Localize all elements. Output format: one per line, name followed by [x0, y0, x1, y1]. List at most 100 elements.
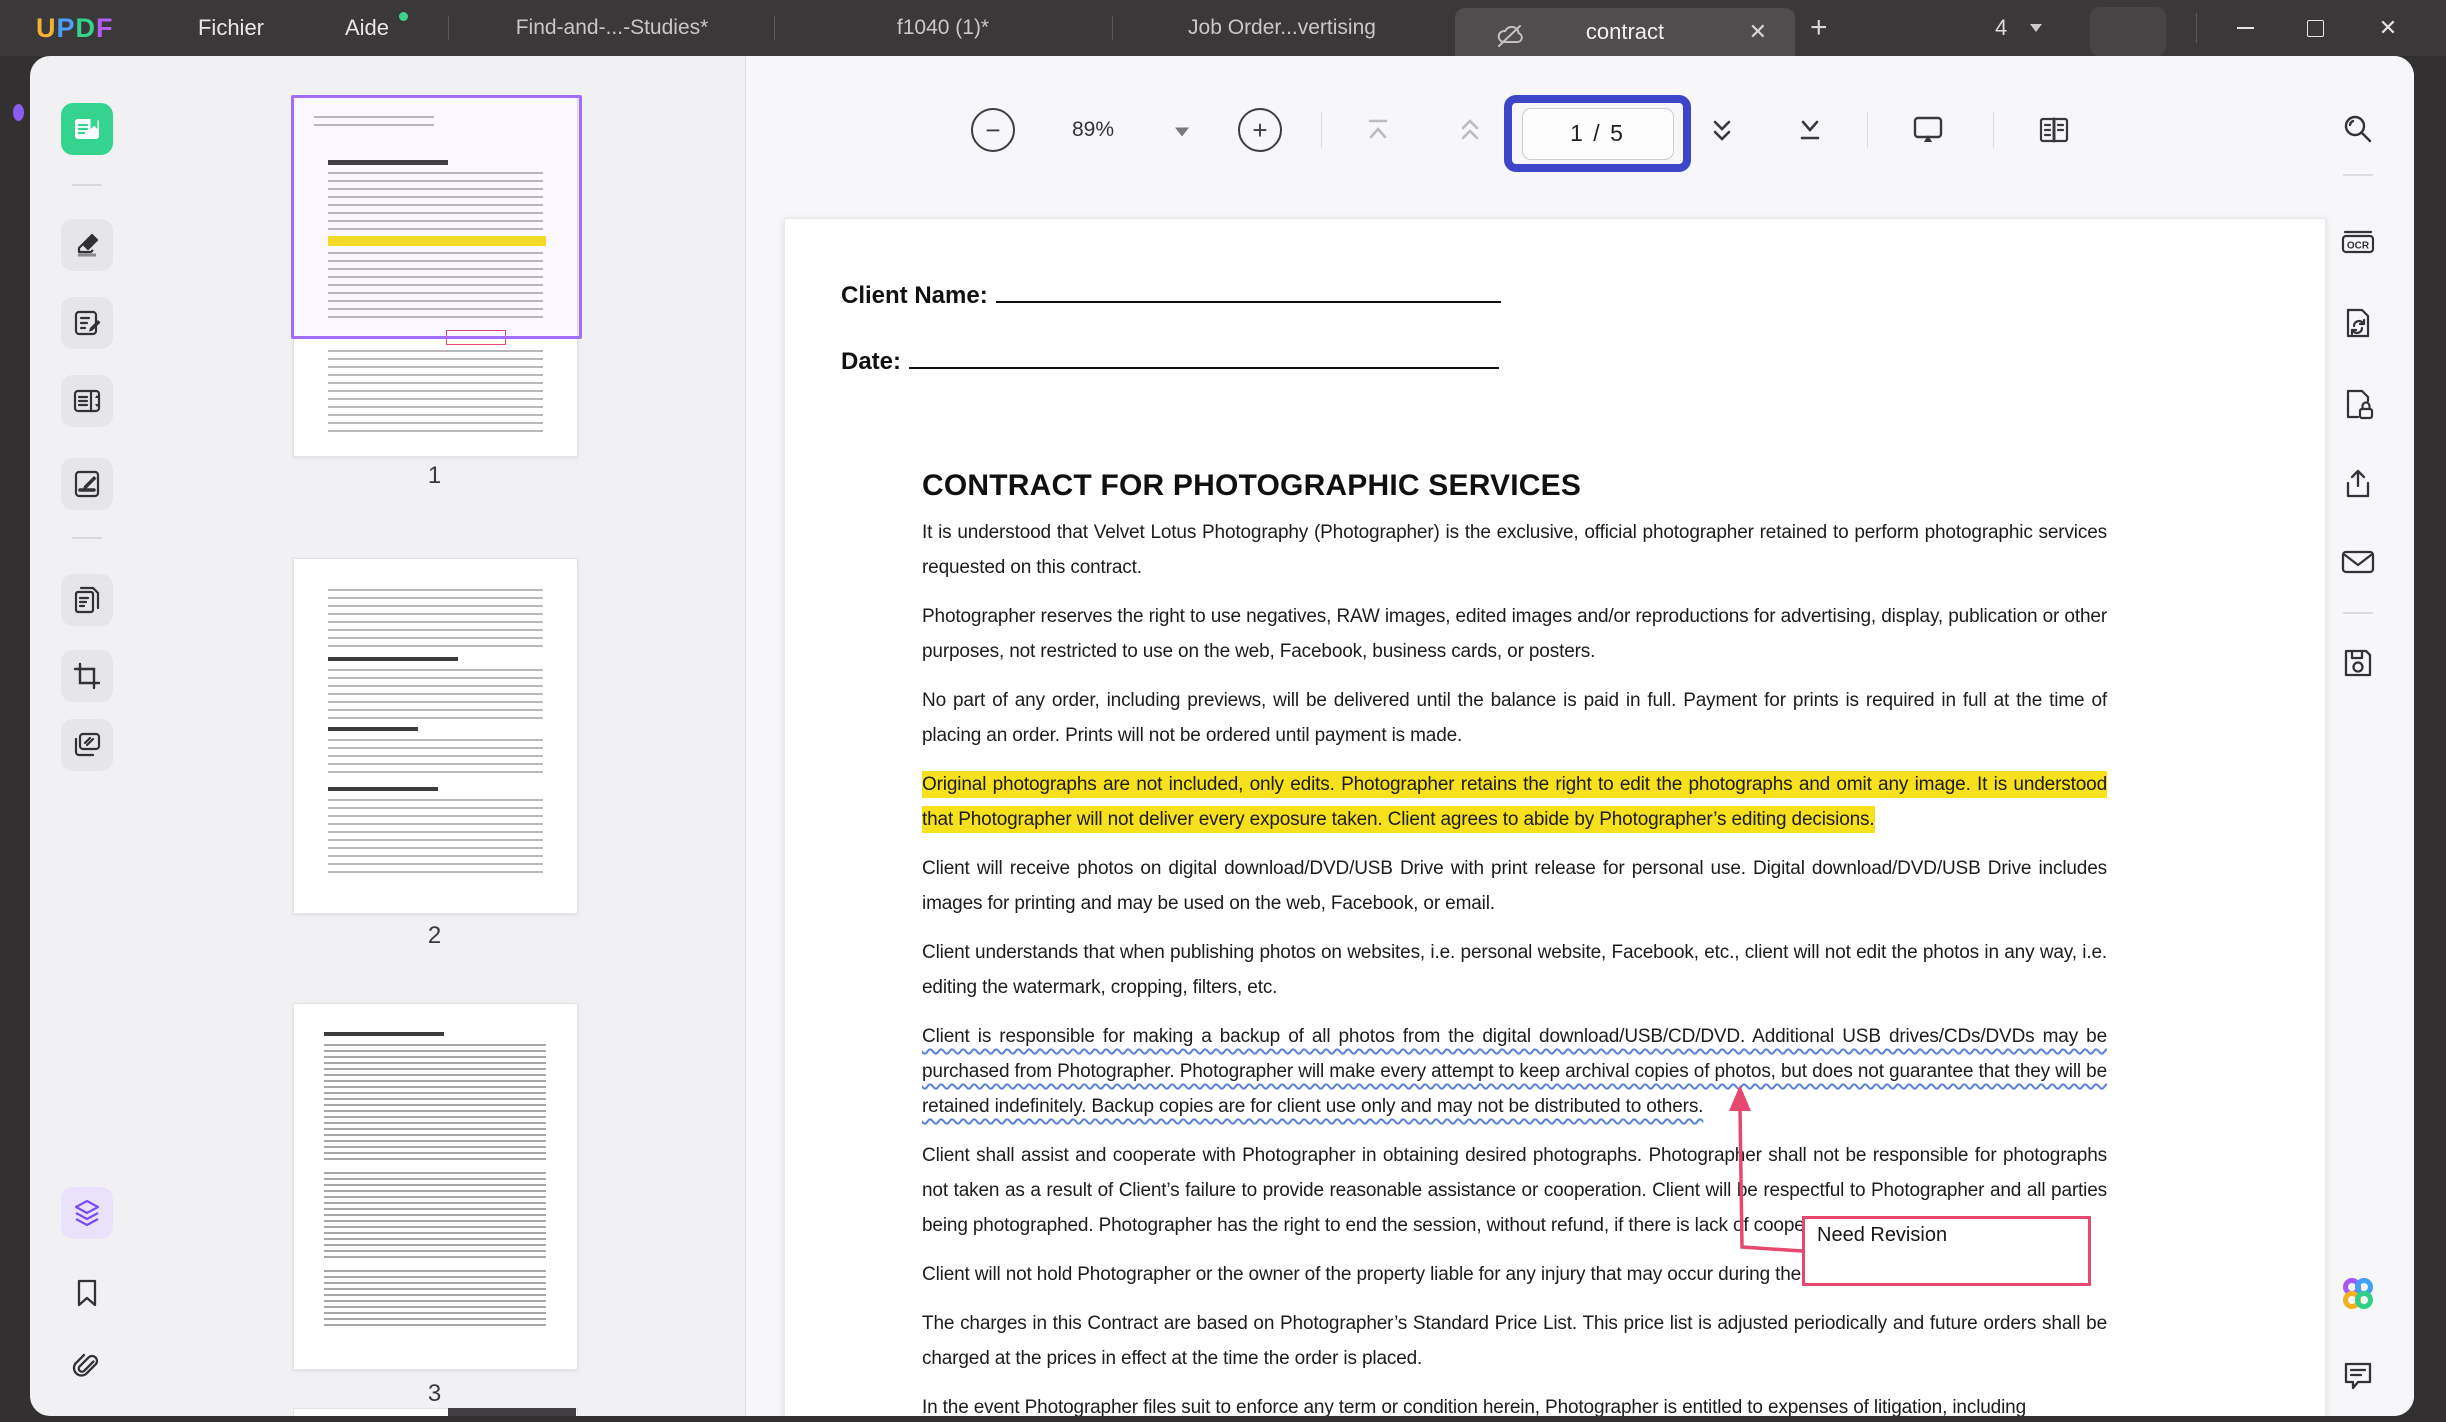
- save-icon[interactable]: [2342, 647, 2374, 679]
- divider: [774, 16, 775, 40]
- page-thumbnail-4-partial-content: [448, 1408, 576, 1416]
- ocr-icon[interactable]: OCR: [2339, 226, 2377, 258]
- rail-indicator-dot: [13, 104, 24, 121]
- sidebar-item-reader[interactable]: [61, 103, 113, 155]
- divider: [2196, 13, 2197, 43]
- pdf-page[interactable]: Client Name: Date: CONTRACT FOR PHOTOGRA…: [784, 218, 2326, 1416]
- page-thumbnail-2[interactable]: [293, 558, 578, 914]
- zoom-level-label[interactable]: 89%: [1072, 118, 1114, 142]
- paragraph-highlighted: Original photographs are not included, o…: [922, 767, 2107, 837]
- sidebar-item-crop[interactable]: [61, 650, 113, 702]
- document-viewer: − 89% + 1 / 5 OCR Client Name: Date: CON…: [745, 56, 2414, 1416]
- new-tab-button[interactable]: +: [1810, 0, 1828, 56]
- tab-find-and-studies[interactable]: Find-and-...-Studies*: [516, 0, 709, 56]
- thumbnail-page-number: 2: [427, 922, 442, 949]
- divider: [1321, 112, 1322, 148]
- presentation-mode-button[interactable]: [1911, 114, 1945, 146]
- maximize-button[interactable]: [2292, 0, 2338, 56]
- menu-fichier[interactable]: Fichier: [198, 0, 264, 56]
- date-field: Date:: [841, 347, 1500, 376]
- date-blank-line: [909, 347, 1500, 369]
- zoom-out-button[interactable]: −: [971, 108, 1015, 152]
- page-thumbnail-3[interactable]: [293, 1003, 578, 1370]
- paragraph: Client understands that when publishing …: [922, 942, 2107, 998]
- minimize-button[interactable]: [2222, 0, 2268, 56]
- tab-title: contract: [1585, 19, 1665, 44]
- paragraph-squiggly: Client is responsible for making a backu…: [922, 1019, 2107, 1124]
- share-icon[interactable]: [2341, 467, 2375, 501]
- tab-f1040[interactable]: f1040 (1)*: [897, 0, 989, 56]
- last-page-button[interactable]: [1795, 115, 1825, 145]
- divider: [72, 184, 102, 186]
- tab-job-order[interactable]: Job Order...vertising: [1188, 0, 1376, 56]
- protect-icon[interactable]: [2342, 387, 2374, 421]
- paragraph: Photographer reserves the right to use n…: [922, 606, 2107, 662]
- chevron-down-icon[interactable]: [2030, 24, 2042, 32]
- thumbnail-page-number: 1: [427, 462, 442, 489]
- sidebar-item-slides[interactable]: [61, 719, 113, 771]
- client-name-field: Client Name:: [841, 281, 1501, 310]
- thumbnail-viewport-indicator: [291, 95, 582, 339]
- reading-mode-button[interactable]: [2037, 115, 2071, 145]
- sidebar-item-thumbnails[interactable]: [61, 1187, 113, 1239]
- paragraph: The charges in this Contract are based o…: [922, 1313, 2107, 1369]
- divider: [1112, 16, 1113, 40]
- tab-contract-active[interactable]: contract ✕: [1455, 8, 1795, 56]
- convert-icon[interactable]: [2342, 306, 2374, 340]
- cloud-off-icon: [1495, 22, 1525, 50]
- document-title: CONTRACT FOR PHOTOGRAPHIC SERVICES: [922, 469, 1582, 502]
- page-thumbnail-1[interactable]: [291, 95, 582, 457]
- page-indicator-focus-highlight: 1 / 5: [1504, 95, 1691, 172]
- logo-letter: D: [75, 12, 97, 43]
- logo-letter: P: [56, 12, 76, 43]
- divider: [448, 16, 449, 40]
- updf-logo: U P D F: [36, 0, 114, 56]
- thumbnail-panel: 1 2 3: [120, 56, 745, 1416]
- first-page-button[interactable]: [1363, 115, 1393, 145]
- logo-letter: F: [96, 12, 114, 43]
- sidebar-item-comment[interactable]: [61, 219, 113, 271]
- page-number-input[interactable]: 1 / 5: [1521, 107, 1674, 160]
- divider: [1867, 112, 1868, 148]
- ai-assistant-icon[interactable]: [2338, 1274, 2378, 1314]
- tab-close-icon[interactable]: ✕: [1749, 19, 1767, 45]
- next-page-button[interactable]: [1707, 114, 1737, 146]
- menu-aide[interactable]: Aide: [345, 0, 389, 56]
- tab-count-label[interactable]: 4: [1995, 0, 2007, 56]
- divider: [1993, 112, 1994, 148]
- close-button[interactable]: ✕: [2365, 0, 2411, 56]
- sidebar-item-sign[interactable]: [61, 458, 113, 510]
- paragraph: Client will receive photos on digital do…: [922, 858, 2107, 914]
- paragraph: In the event Photographer files suit to …: [922, 1397, 2027, 1416]
- highlight-annotation[interactable]: Original photographs are not included, o…: [922, 771, 2107, 833]
- content-shell: 1 2 3 − 89% + 1 / 5 OCR Client Name: Dat…: [30, 56, 2414, 1416]
- maximize-icon: [2306, 19, 2324, 37]
- zoom-caret-icon[interactable]: [1175, 127, 1189, 137]
- minimize-icon: [2236, 27, 2254, 29]
- divider: [2343, 174, 2373, 176]
- logo-letter: U: [36, 12, 57, 43]
- email-icon[interactable]: [2340, 548, 2376, 576]
- account-button[interactable]: U: [2090, 7, 2166, 56]
- zoom-in-button[interactable]: +: [1238, 108, 1282, 152]
- thumbnail-page-number: 3: [427, 1380, 442, 1407]
- divider: [72, 537, 102, 539]
- need-revision-note[interactable]: Need Revision: [1802, 1216, 2091, 1286]
- client-name-blank-line: [995, 281, 1501, 303]
- sidebar-item-attachments[interactable]: [61, 1342, 113, 1394]
- date-label: Date:: [841, 348, 902, 375]
- titlebar: U P D F Fichier Aide Find-and-...-Studie…: [0, 0, 2446, 56]
- client-name-label: Client Name:: [841, 282, 988, 309]
- sidebar-item-organize-pages[interactable]: [61, 574, 113, 626]
- sidebar-item-edit[interactable]: [61, 297, 113, 349]
- sidebar-item-bookmarks[interactable]: [61, 1267, 113, 1319]
- note-text: Need Revision: [1817, 1224, 1948, 1246]
- sidebar-item-form[interactable]: [61, 375, 113, 427]
- squiggly-underline-annotation[interactable]: Client is responsible for making a backu…: [922, 1026, 2107, 1117]
- previous-page-button[interactable]: [1455, 114, 1485, 146]
- svg-text:OCR: OCR: [2347, 241, 2370, 252]
- comments-icon[interactable]: [2341, 1360, 2375, 1392]
- notification-dot: [399, 12, 408, 21]
- paragraph: No part of any order, including previews…: [922, 690, 2107, 746]
- search-icon[interactable]: [2341, 112, 2375, 146]
